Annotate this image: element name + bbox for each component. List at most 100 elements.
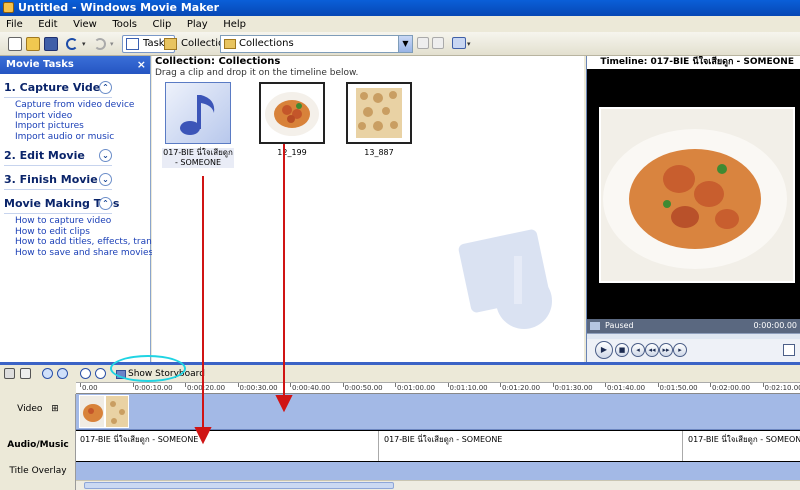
play-icon[interactable]: ▶ [595, 341, 613, 359]
clip-caption: 017-BIE นี่ใจเสียดูก - SOMEONE [162, 148, 234, 168]
scrollbar-thumb[interactable] [84, 482, 394, 489]
ruler-tick-label: 0:00:20.00 [184, 383, 226, 392]
menu-file[interactable]: File [0, 17, 29, 33]
chevron-up-icon[interactable]: ⌃ [99, 197, 112, 210]
monitor-status-bar: Paused 0:00:00.00 [587, 319, 800, 333]
zoom-in-icon[interactable] [42, 368, 53, 379]
menu-play[interactable]: Play [181, 17, 214, 33]
collection-title: Collection: Collections [155, 56, 281, 67]
fullscreen-icon[interactable] [783, 344, 795, 356]
video-track[interactable] [76, 394, 800, 430]
chevron-down-icon[interactable]: ⌄ [99, 149, 112, 162]
set-audio-levels-icon[interactable] [20, 368, 31, 379]
collection-subtitle: Drag a clip and drop it on the timeline … [155, 68, 359, 78]
monitor-title: Timeline: 017-BIE นี่ใจเสียดูก - SOMEONE [587, 56, 800, 69]
audio-track-label: Audio/Music [7, 440, 69, 450]
undo-dropdown-icon[interactable]: ▾ [82, 40, 86, 48]
clip-audio-someone[interactable]: 017-BIE นี่ใจเสียดูก - SOMEONE [162, 82, 234, 168]
play-timeline-icon[interactable] [95, 368, 106, 379]
audio-clip-label: 017-BIE นี่ใจเสียดูก - SOMEONE [688, 435, 800, 444]
views-dropdown-icon[interactable]: ▾ [467, 40, 471, 48]
menu-clip[interactable]: Clip [146, 17, 177, 33]
section-title: 2. Edit Movie [4, 149, 85, 162]
link-import-video[interactable]: Import video [0, 111, 150, 122]
storyboard-view-icon[interactable] [4, 368, 15, 379]
link-how-titles[interactable]: How to add titles, effects, transitions [0, 237, 181, 248]
undo-icon[interactable] [66, 38, 78, 50]
audio-note-icon [165, 82, 231, 144]
video-clip-bread[interactable] [105, 395, 129, 428]
clip-13-887[interactable]: 13_887 [343, 82, 415, 158]
next-frame-icon[interactable]: ▸ [673, 343, 687, 357]
redo-dropdown-icon[interactable]: ▾ [110, 40, 114, 48]
up-level-icon[interactable] [417, 37, 429, 49]
section-movie-making-tips[interactable]: Movie Making Tips ⌃ [0, 196, 150, 212]
ruler-tick-label: 0:01:10.00 [447, 383, 488, 392]
rewind-timeline-icon[interactable] [80, 368, 91, 379]
ruler-tick-label: 0:01:40.00 [604, 383, 646, 392]
chevron-up-icon[interactable]: ⌃ [99, 81, 112, 94]
movie-tasks-title: Movie Tasks [6, 59, 74, 70]
save-icon[interactable] [44, 37, 58, 51]
bread-photo-thumbnail [346, 82, 412, 144]
movie-maker-watermark-icon [458, 229, 552, 329]
playback-controls: ▶ ■ ◂ ◂◂ ▸▸ ▸ [587, 339, 800, 362]
ruler-tick-label: 0:00:40.00 [289, 383, 331, 392]
menu-help[interactable]: Help [217, 17, 252, 33]
link-capture-from-device[interactable]: Capture from video device [0, 100, 150, 111]
title-overlay-track[interactable] [76, 462, 800, 480]
playback-status: Paused [605, 321, 634, 330]
ruler-tick-label: 0:00:50.00 [342, 383, 383, 392]
new-folder-icon[interactable] [432, 37, 444, 49]
section-title: 3. Finish Movie [4, 173, 98, 186]
tasks-icon [126, 38, 139, 50]
rewind-icon[interactable]: ◂◂ [645, 343, 659, 357]
zoom-out-icon[interactable] [57, 368, 68, 379]
menu-view[interactable]: View [67, 17, 103, 33]
track-labels: Video ⊞ Audio/Music Title Overlay [0, 394, 76, 490]
previous-frame-icon[interactable]: ◂ [631, 343, 645, 357]
section-edit-movie[interactable]: 2. Edit Movie ⌄ [0, 148, 150, 164]
movie-tasks-header: Movie Tasks × [0, 56, 150, 74]
open-project-icon[interactable] [26, 37, 40, 51]
ruler-tick-label: 0:01:30.00 [552, 383, 593, 392]
timeline-ruler[interactable]: 0.00 0:00:10.00 0:00:20.00 0:00:30.00 0:00:4… [76, 382, 800, 394]
title-bar: Untitled - Windows Movie Maker [0, 0, 800, 16]
ruler-tick-label: 0:02:00.00 [709, 383, 751, 392]
section-capture-video[interactable]: 1. Capture Video ⌃ [0, 80, 150, 96]
link-how-edit[interactable]: How to edit clips [0, 227, 150, 238]
menu-tools[interactable]: Tools [106, 17, 143, 33]
collection-select-value: Collections [239, 38, 294, 49]
timeline-horizontal-scrollbar[interactable] [76, 480, 800, 490]
close-icon[interactable]: × [137, 56, 146, 74]
preview-screen [587, 69, 800, 319]
section-finish-movie[interactable]: 3. Finish Movie ⌄ [0, 172, 150, 188]
highlight-annotation [110, 355, 186, 382]
fast-forward-icon[interactable]: ▸▸ [659, 343, 673, 357]
audio-clip-label: 017-BIE นี่ใจเสียดูก - SOMEONE [80, 435, 199, 444]
link-import-audio[interactable]: Import audio or music [0, 132, 150, 143]
toolbar: ▾ ▾ Tasks Collections Collections ▼ ▾ [0, 32, 800, 56]
video-clip-pasta[interactable] [79, 395, 105, 428]
clip-caption: 13_887 [364, 148, 394, 157]
ruler-tick-label: 0:02:10.00 [762, 383, 800, 393]
link-how-save[interactable]: How to save and share movies [0, 248, 153, 259]
clip-12-199[interactable]: 12_199 [256, 82, 328, 158]
pasta-photo-thumbnail [259, 82, 325, 144]
ruler-tick-label: 0:00:10.00 [132, 383, 173, 392]
redo-icon[interactable] [94, 38, 106, 50]
monitor-status-icon [590, 322, 600, 330]
window-title: Untitled - Windows Movie Maker [18, 1, 220, 14]
collection-select[interactable]: Collections ▼ [220, 35, 413, 53]
stop-icon[interactable]: ■ [615, 343, 629, 357]
menu-edit[interactable]: Edit [32, 17, 63, 33]
expand-icon[interactable]: ⊞ [51, 404, 59, 414]
link-how-capture[interactable]: How to capture video [0, 216, 150, 227]
views-icon[interactable] [452, 37, 466, 49]
chevron-down-icon[interactable]: ▼ [398, 36, 412, 52]
new-project-icon[interactable] [8, 37, 22, 51]
ruler-tick-label: 0.00 [80, 383, 98, 392]
link-import-pictures[interactable]: Import pictures [0, 121, 150, 132]
chevron-down-icon[interactable]: ⌄ [99, 173, 112, 186]
audio-music-track[interactable]: 017-BIE นี่ใจเสียดูก - SOMEONE 017-BIE น… [76, 430, 800, 462]
